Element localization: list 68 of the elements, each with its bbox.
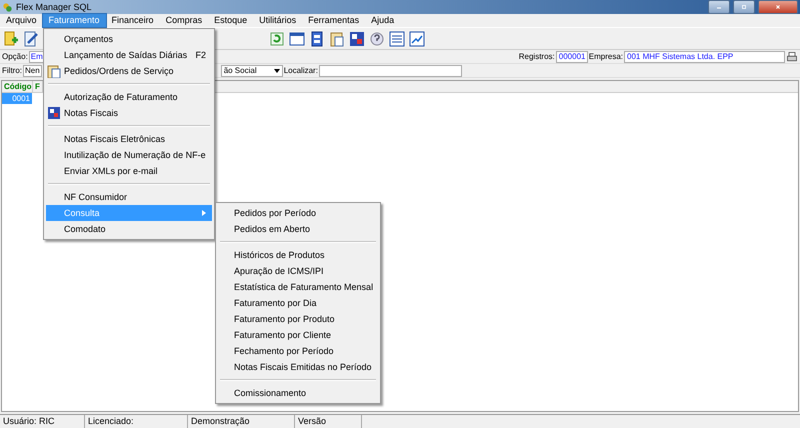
- status-text: Licenciado:: [85, 415, 188, 428]
- chart-icon[interactable]: [409, 30, 425, 46]
- menu-item[interactable]: Apuração de ICMS/IPI: [218, 263, 378, 279]
- document-icon[interactable]: [309, 30, 325, 46]
- menu-item[interactable]: Faturamento por Cliente: [218, 327, 378, 343]
- menu-item[interactable]: Estoque: [208, 14, 254, 27]
- restore-icon: [741, 5, 747, 9]
- menu-item[interactable]: Compras: [160, 14, 208, 27]
- menu-item[interactable]: Comissionamento: [218, 385, 378, 401]
- menu-item[interactable]: Utilitários: [253, 14, 302, 27]
- menu-item[interactable]: Pedidos em Aberto: [218, 221, 378, 237]
- menu-item[interactable]: Comodato: [46, 221, 212, 237]
- menu-item[interactable]: Lançamento de Saídas Diárias F2: [46, 47, 212, 63]
- option-label: Opção:: [2, 52, 28, 61]
- status-text: Demonstração: [188, 415, 295, 428]
- company-field: 001 MHF Sistemas Ltda. EPP: [624, 50, 785, 62]
- menu-item[interactable]: Fechamento por Período: [218, 343, 378, 359]
- menu-item[interactable]: NF Consumidor: [46, 189, 212, 205]
- menu-item[interactable]: Estatística de Faturamento Mensal: [218, 279, 378, 295]
- menu-item[interactable]: Enviar XMLs por e-mail: [46, 163, 212, 179]
- option-field[interactable]: Em: [28, 50, 45, 62]
- grid-icon[interactable]: [349, 30, 365, 46]
- close-button[interactable]: [758, 0, 798, 14]
- submenu-arrow-icon: [202, 210, 206, 216]
- menu-item[interactable]: Inutilização de Numeração de NF-e: [46, 147, 212, 163]
- menu-item[interactable]: Pedidos/Ordens de Serviço: [46, 63, 212, 79]
- clipboard-icon: [47, 64, 61, 78]
- menu-item[interactable]: Notas Fiscais: [46, 105, 212, 121]
- close-icon: [775, 5, 781, 9]
- help-icon[interactable]: [369, 30, 385, 46]
- records-label: Registros:: [518, 52, 555, 61]
- refresh-icon[interactable]: [269, 30, 285, 46]
- printer-icon[interactable]: [786, 50, 798, 62]
- new-document-icon[interactable]: [3, 30, 19, 46]
- status-text: Versão: [295, 415, 362, 428]
- menu-item[interactable]: Autorização de Faturamento: [46, 89, 212, 105]
- menu-item[interactable]: Notas Fiscais Emitidas no Período: [218, 359, 378, 375]
- records-field: 000001: [556, 50, 588, 62]
- form-icon: [47, 106, 61, 120]
- search-label: Localizar:: [284, 66, 318, 75]
- status-text: Usuário: RIC: [0, 415, 85, 428]
- menu-item[interactable]: Históricos de Produtos: [218, 247, 378, 263]
- minimize-button[interactable]: [708, 0, 730, 14]
- search-field[interactable]: [318, 64, 462, 76]
- filter-label: Filtro:: [2, 66, 22, 75]
- company-label: Empresa:: [588, 52, 623, 61]
- window-icon[interactable]: [289, 30, 305, 46]
- clipboard-icon[interactable]: [329, 30, 345, 46]
- window-title: Flex Manager SQL: [16, 2, 92, 12]
- column-dropdown[interactable]: ão Social: [220, 64, 283, 76]
- dropdown-arrow-icon: [274, 68, 280, 72]
- edit-document-icon[interactable]: [23, 30, 39, 46]
- menu-item[interactable]: Orçamentos: [46, 31, 212, 47]
- minimize-icon: [716, 5, 722, 9]
- column-header[interactable]: Código: [2, 81, 33, 92]
- app-icon: [2, 2, 13, 12]
- menu-item[interactable]: Arquivo: [0, 14, 43, 27]
- menu-item[interactable]: Pedidos por Período: [218, 205, 378, 221]
- list-icon[interactable]: [389, 30, 405, 46]
- menu-item[interactable]: Ajuda: [365, 14, 400, 27]
- menu-item[interactable]: Faturamento por Produto: [218, 311, 378, 327]
- filter-field[interactable]: Nen: [23, 64, 42, 76]
- menu-item[interactable]: Financeiro: [106, 14, 160, 27]
- shortcut-text: F2: [195, 49, 206, 62]
- menu-item[interactable]: Ferramentas: [302, 14, 366, 27]
- menu-item[interactable]: Notas Fiscais Eletrônicas: [46, 131, 212, 147]
- restore-button[interactable]: [733, 0, 755, 14]
- menu-item[interactable]: Faturamento por Dia: [218, 295, 378, 311]
